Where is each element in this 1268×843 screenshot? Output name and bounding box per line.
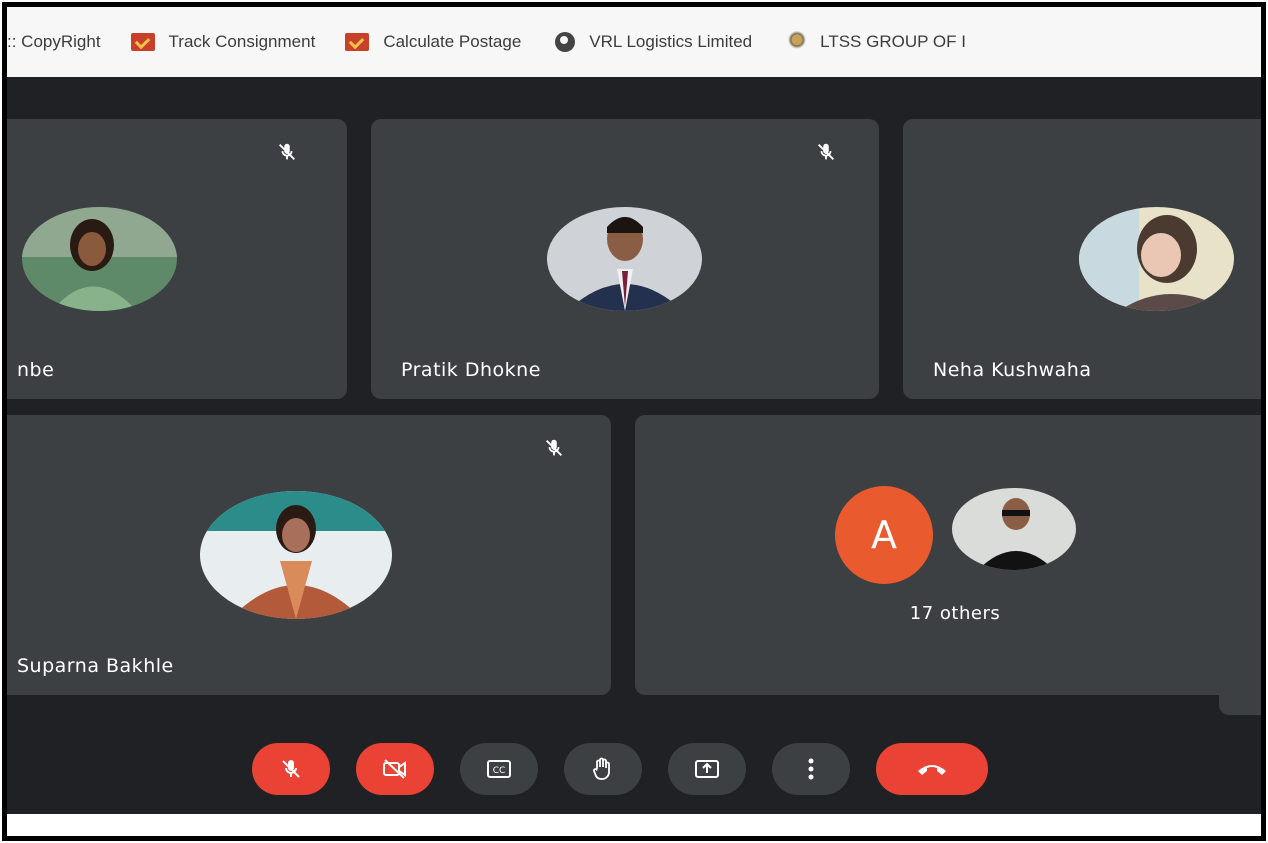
present-screen-icon [695, 760, 719, 778]
bookmark-track-consignment[interactable]: Track Consignment [130, 32, 316, 52]
participant-name: nbe [17, 359, 55, 381]
browser-bottom-area [7, 814, 1261, 836]
present-screen-button[interactable] [668, 743, 746, 795]
participant-tile[interactable]: Neha Kushwaha [903, 119, 1261, 399]
participant-avatar [200, 491, 392, 619]
captions-icon: CC [487, 760, 511, 778]
camera-off-button[interactable] [356, 743, 434, 795]
bookmark-label: VRL Logistics Limited [589, 32, 753, 51]
bookmarks-bar: :: CopyRight Track Consignment Calculate… [7, 7, 1261, 77]
participant-avatar [22, 207, 177, 311]
emblem-icon [788, 31, 807, 53]
participant-avatar [547, 207, 702, 311]
bookmark-vrl-logistics[interactable]: VRL Logistics Limited [551, 32, 752, 52]
others-count-label: 17 others [909, 603, 1001, 624]
hang-up-icon [918, 765, 946, 775]
camera-off-icon [383, 759, 406, 779]
leave-call-button[interactable] [876, 743, 988, 795]
svg-text:CC: CC [493, 766, 506, 776]
bookmark-label: Track Consignment [168, 32, 316, 51]
bookmark-label: Calculate Postage [383, 32, 522, 51]
call-controls-bar: CC [252, 743, 988, 795]
participant-name: Neha Kushwaha [933, 359, 1092, 381]
captions-button[interactable]: CC [460, 743, 538, 795]
screenshot-frame: :: CopyRight Track Consignment Calculate… [2, 2, 1266, 841]
mic-off-icon [282, 760, 300, 778]
raise-hand-button[interactable] [564, 743, 642, 795]
more-options-button[interactable] [772, 743, 850, 795]
participant-name: Suparna Bakhle [17, 655, 174, 677]
more-vert-icon [808, 758, 814, 780]
globe-icon [555, 32, 576, 52]
hand-icon [593, 757, 610, 780]
participant-tile[interactable]: Pratik Dhokne [371, 119, 879, 399]
others-avatar-initial: A [835, 486, 933, 584]
checkmark-icon [345, 33, 370, 51]
participant-tile[interactable]: nbe [7, 119, 347, 399]
bookmark-copyright[interactable]: :: CopyRight [7, 32, 101, 52]
participant-avatar [1079, 207, 1234, 311]
side-panel-toggle[interactable] [1219, 615, 1261, 715]
participant-name: Pratik Dhokne [401, 359, 541, 381]
microphone-off-button[interactable] [252, 743, 330, 795]
participant-tile[interactable]: Suparna Bakhle [7, 415, 611, 695]
others-tile[interactable]: A 17 others [635, 415, 1261, 695]
mic-off-icon [539, 433, 569, 463]
bookmark-label: :: CopyRight [7, 32, 101, 51]
checkmark-icon [130, 33, 155, 51]
bookmark-ltss-group[interactable]: LTSS GROUP OF I [782, 31, 966, 53]
others-avatar-photo [950, 486, 1078, 572]
bookmark-calculate-postage[interactable]: Calculate Postage [345, 32, 521, 52]
meeting-stage: nbe Pratik Dhokne Neha Kushwaha Suparna … [7, 77, 1261, 814]
bookmark-label: LTSS GROUP OF I [820, 32, 966, 51]
mic-off-icon [272, 137, 302, 167]
mic-off-icon [811, 137, 841, 167]
